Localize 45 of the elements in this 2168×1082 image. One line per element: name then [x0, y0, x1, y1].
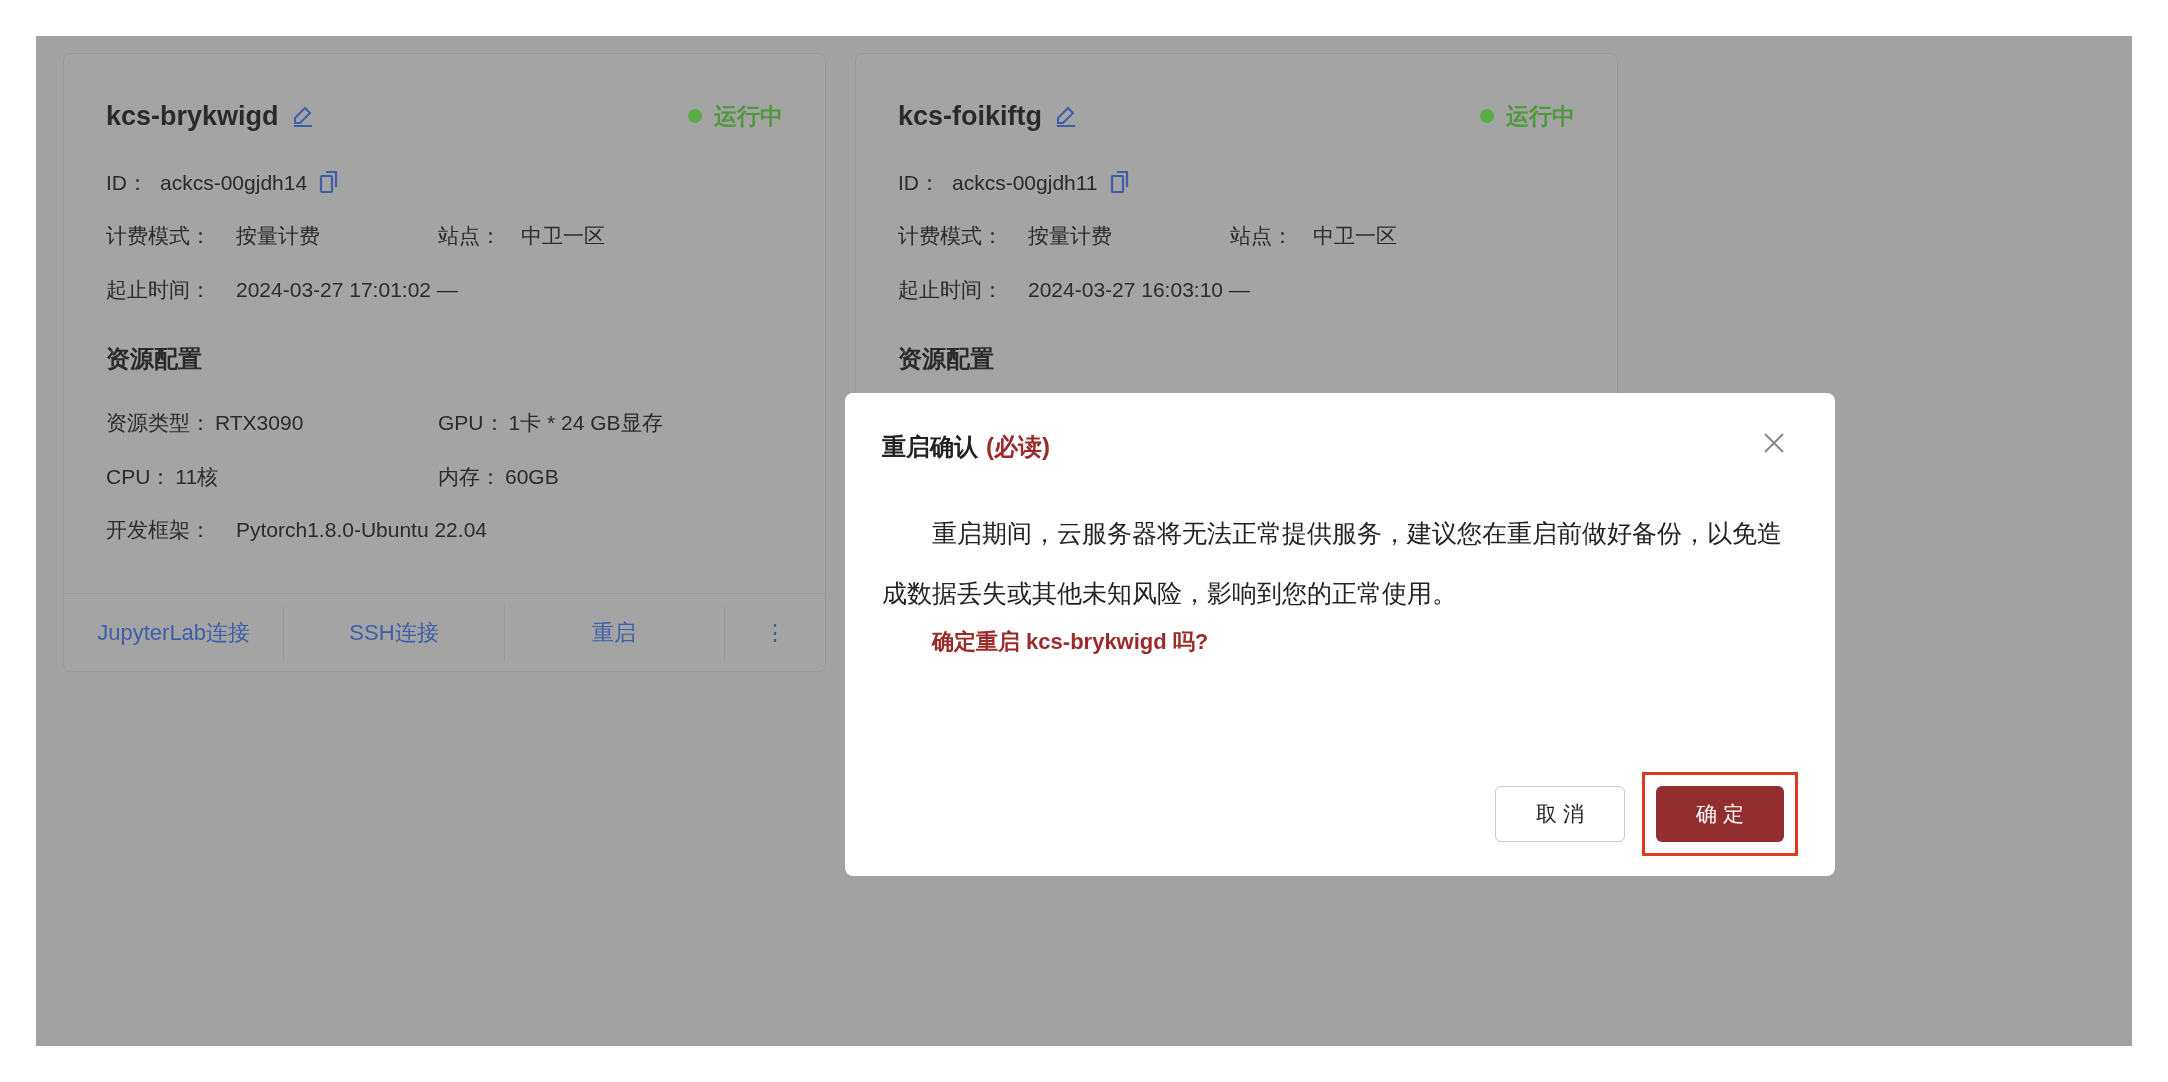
field-label: 开发框架：: [106, 517, 212, 543]
field-label: 内存：: [438, 463, 501, 490]
field-value: 11核: [175, 463, 219, 490]
close-icon[interactable]: [1762, 431, 1786, 455]
field-label: 资源类型：: [106, 410, 211, 436]
status-text: 运行中: [714, 102, 783, 131]
copy-icon[interactable]: [319, 170, 340, 195]
instance-id: ackcs-00gjdh14: [160, 169, 308, 196]
action-link[interactable]: JupyterLab连接: [97, 616, 251, 649]
field-label: 起止时间：: [106, 276, 212, 303]
instance-name: kcs-brykwigd: [106, 100, 279, 133]
field-label: CPU：: [106, 463, 172, 490]
field-label: 计费模式：: [106, 223, 212, 249]
cancel-button[interactable]: 取 消: [1495, 786, 1625, 842]
field-label: GPU：: [438, 410, 505, 436]
field-value: 中卫一区: [1313, 223, 1397, 249]
confirm-button[interactable]: 确 定: [1656, 786, 1784, 842]
field-label: 计费模式：: [898, 223, 1004, 249]
field-value: 2024-03-27 17:01:02 —: [236, 276, 458, 303]
field-value: 按量计费: [1028, 223, 1113, 249]
field-value: 按量计费: [236, 223, 321, 249]
field-label: 站点：: [1230, 223, 1294, 249]
instance-id: ackcs-00gjdh11: [952, 169, 1098, 196]
confirm-question: 确定重启 kcs-brykwigd 吗?: [932, 628, 1210, 656]
action-link[interactable]: 重启: [592, 616, 637, 649]
field-label: ID：: [898, 169, 941, 196]
field-value: 60GB: [505, 463, 559, 490]
field-value: RTX3090: [215, 410, 304, 436]
status-text: 运行中: [1506, 102, 1575, 131]
field-label: 站点：: [438, 223, 502, 249]
instance-name: kcs-foikiftg: [898, 100, 1043, 133]
action-link[interactable]: SSH连接: [349, 616, 439, 649]
dialog-title: 重启确认: [882, 432, 978, 462]
field-label: ID：: [106, 169, 149, 196]
section-heading: 资源配置: [898, 344, 995, 374]
more-button[interactable]: ⋮: [764, 616, 786, 649]
field-value: 2024-03-27 16:03:10 —: [1028, 276, 1250, 303]
field-value: 1卡 * 24 GB显存: [508, 410, 663, 436]
field-label: 起止时间：: [898, 276, 1004, 303]
dialog-message: 重启期间，云服务器将无法正常提供服务，建议您在重启前做好备份，以免造成数据丢失或其他未知风险，影响到您的正常使用。: [882, 518, 1783, 609]
copy-icon[interactable]: [1109, 170, 1130, 195]
field-value: Pytorch1.8.0-Ubuntu 22.04: [236, 517, 487, 543]
section-heading: 资源配置: [106, 344, 203, 374]
field-value: 中卫一区: [521, 223, 605, 249]
required-note: (必读): [986, 432, 1050, 462]
